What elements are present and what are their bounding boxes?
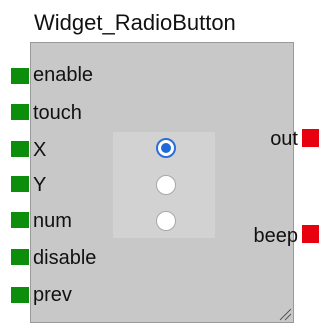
radio-button-3[interactable] <box>156 211 176 231</box>
output-pin-beep[interactable] <box>302 225 319 243</box>
radio-button-2[interactable] <box>156 175 176 195</box>
input-pin-enable[interactable] <box>11 68 29 84</box>
node-editor-canvas: Widget_RadioButton enable touch X Y num … <box>0 0 320 323</box>
input-pin-x[interactable] <box>11 141 29 157</box>
input-label-num: num <box>33 210 72 232</box>
block-title: Widget_RadioButton <box>34 10 236 35</box>
input-pin-prev[interactable] <box>11 287 29 303</box>
output-pin-out[interactable] <box>302 129 319 147</box>
radio-button-1[interactable] <box>156 138 176 158</box>
output-label-out: out <box>270 128 298 150</box>
input-pin-touch[interactable] <box>11 104 29 120</box>
input-label-y: Y <box>33 174 47 196</box>
input-label-disable: disable <box>33 247 97 269</box>
resize-grip-icon[interactable] <box>276 305 292 321</box>
input-pin-num[interactable] <box>11 212 29 228</box>
input-label-enable: enable <box>33 64 94 86</box>
input-pin-disable[interactable] <box>11 249 29 265</box>
input-label-prev: prev <box>33 284 72 306</box>
output-label-beep: beep <box>253 225 299 247</box>
input-label-x: X <box>33 139 47 161</box>
input-pin-y[interactable] <box>11 176 29 192</box>
input-label-touch: touch <box>33 102 82 124</box>
